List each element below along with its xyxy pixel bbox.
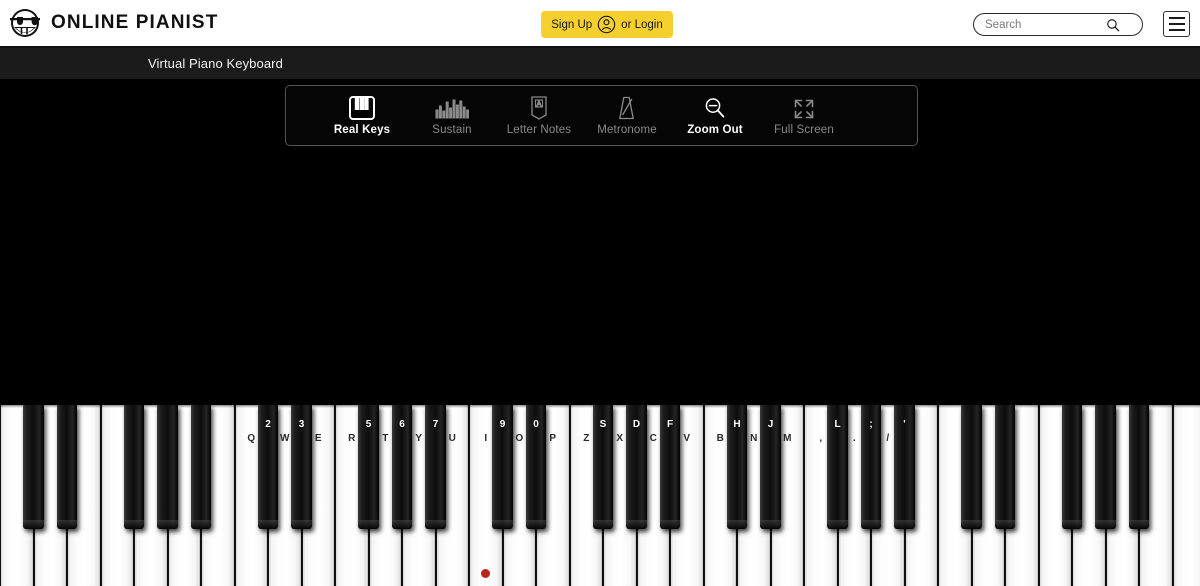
toolbar-label-metronome: Metronome: [597, 124, 657, 136]
pianist-face-logo-icon: [10, 9, 40, 37]
hamburger-menu-button[interactable]: [1163, 11, 1190, 37]
black-key[interactable]: [358, 405, 379, 529]
toolbar-label-sustain: Sustain: [432, 124, 472, 136]
black-key[interactable]: [425, 405, 446, 529]
black-key[interactable]: [190, 405, 212, 529]
black-key[interactable]: [726, 405, 748, 529]
black-key[interactable]: [56, 405, 78, 529]
black-key[interactable]: [123, 405, 145, 529]
hamburger-bar-2: [1168, 23, 1185, 25]
hamburger-bar-1: [1168, 17, 1185, 19]
black-key[interactable]: [994, 405, 1016, 529]
fullscreen-icon: [793, 95, 815, 120]
search-box[interactable]: [973, 13, 1143, 36]
black-key[interactable]: [23, 405, 44, 529]
black-key[interactable]: [492, 405, 513, 529]
black-key[interactable]: [592, 405, 614, 529]
black-key[interactable]: [659, 405, 681, 529]
brand-logo[interactable]: ONLINE PIANIST: [8, 8, 218, 38]
piano-toolbar: Real Keys Sustain A Letter Notes Metrono…: [285, 85, 918, 146]
toolbar-label-full-screen: Full Screen: [774, 124, 834, 136]
toolbar-label-real-keys: Real Keys: [333, 124, 391, 136]
toolbar-item-sustain[interactable]: Sustain: [407, 95, 497, 136]
metronome-icon: [617, 95, 637, 120]
black-key[interactable]: [1061, 405, 1083, 529]
hamburger-bar-3: [1168, 29, 1185, 31]
black-key[interactable]: [391, 405, 413, 529]
black-key[interactable]: [827, 405, 848, 529]
sound-bars-icon: [435, 95, 469, 120]
toolbar-item-letter-notes[interactable]: A Letter Notes: [494, 95, 584, 136]
signup-label: Sign Up: [551, 18, 593, 31]
black-key[interactable]: [1095, 405, 1116, 529]
black-key[interactable]: [894, 405, 915, 529]
toolbar-label-zoom-out: Zoom Out: [687, 124, 743, 136]
toolbar-label-letter-notes: Letter Notes: [506, 124, 572, 136]
toolbar-item-zoom-out[interactable]: Zoom Out: [670, 95, 760, 136]
zoom-out-icon: [703, 95, 727, 120]
virtual-piano-keyboard[interactable]: Q W E R T Y U I O P Z X C V B N M,./2 3 5 6 7 9 0 S D F H J L; ': [0, 405, 1200, 586]
toolbar-item-metronome[interactable]: Metronome: [582, 95, 672, 136]
svg-text:A: A: [537, 101, 542, 108]
black-key[interactable]: [860, 405, 882, 529]
black-key[interactable]: [525, 405, 547, 529]
black-key[interactable]: [626, 405, 647, 529]
brand-name: ONLINE PIANIST: [51, 12, 219, 33]
site-header: ONLINE PIANIST Sign Up or Login: [0, 0, 1200, 48]
letter-page-icon: A: [530, 95, 548, 120]
toolbar-item-full-screen[interactable]: Full Screen: [759, 95, 849, 136]
user-circle-icon: [597, 15, 616, 34]
toolbar-item-real-keys[interactable]: Real Keys: [317, 95, 407, 136]
black-key[interactable]: [961, 405, 982, 529]
login-label: or Login: [621, 18, 663, 31]
black-key[interactable]: [257, 405, 279, 529]
page-title: Virtual Piano Keyboard: [148, 56, 283, 71]
black-key[interactable]: [291, 405, 312, 529]
white-key[interactable]: [1172, 405, 1200, 586]
black-key[interactable]: [157, 405, 178, 529]
black-key[interactable]: [1128, 405, 1150, 529]
page-subnav: Virtual Piano Keyboard: [0, 48, 1200, 79]
black-key[interactable]: [760, 405, 781, 529]
search-icon[interactable]: [1106, 18, 1120, 32]
search-input[interactable]: [974, 14, 1106, 35]
piano-keys-icon: [349, 95, 375, 120]
signup-login-button[interactable]: Sign Up or Login: [541, 11, 673, 38]
